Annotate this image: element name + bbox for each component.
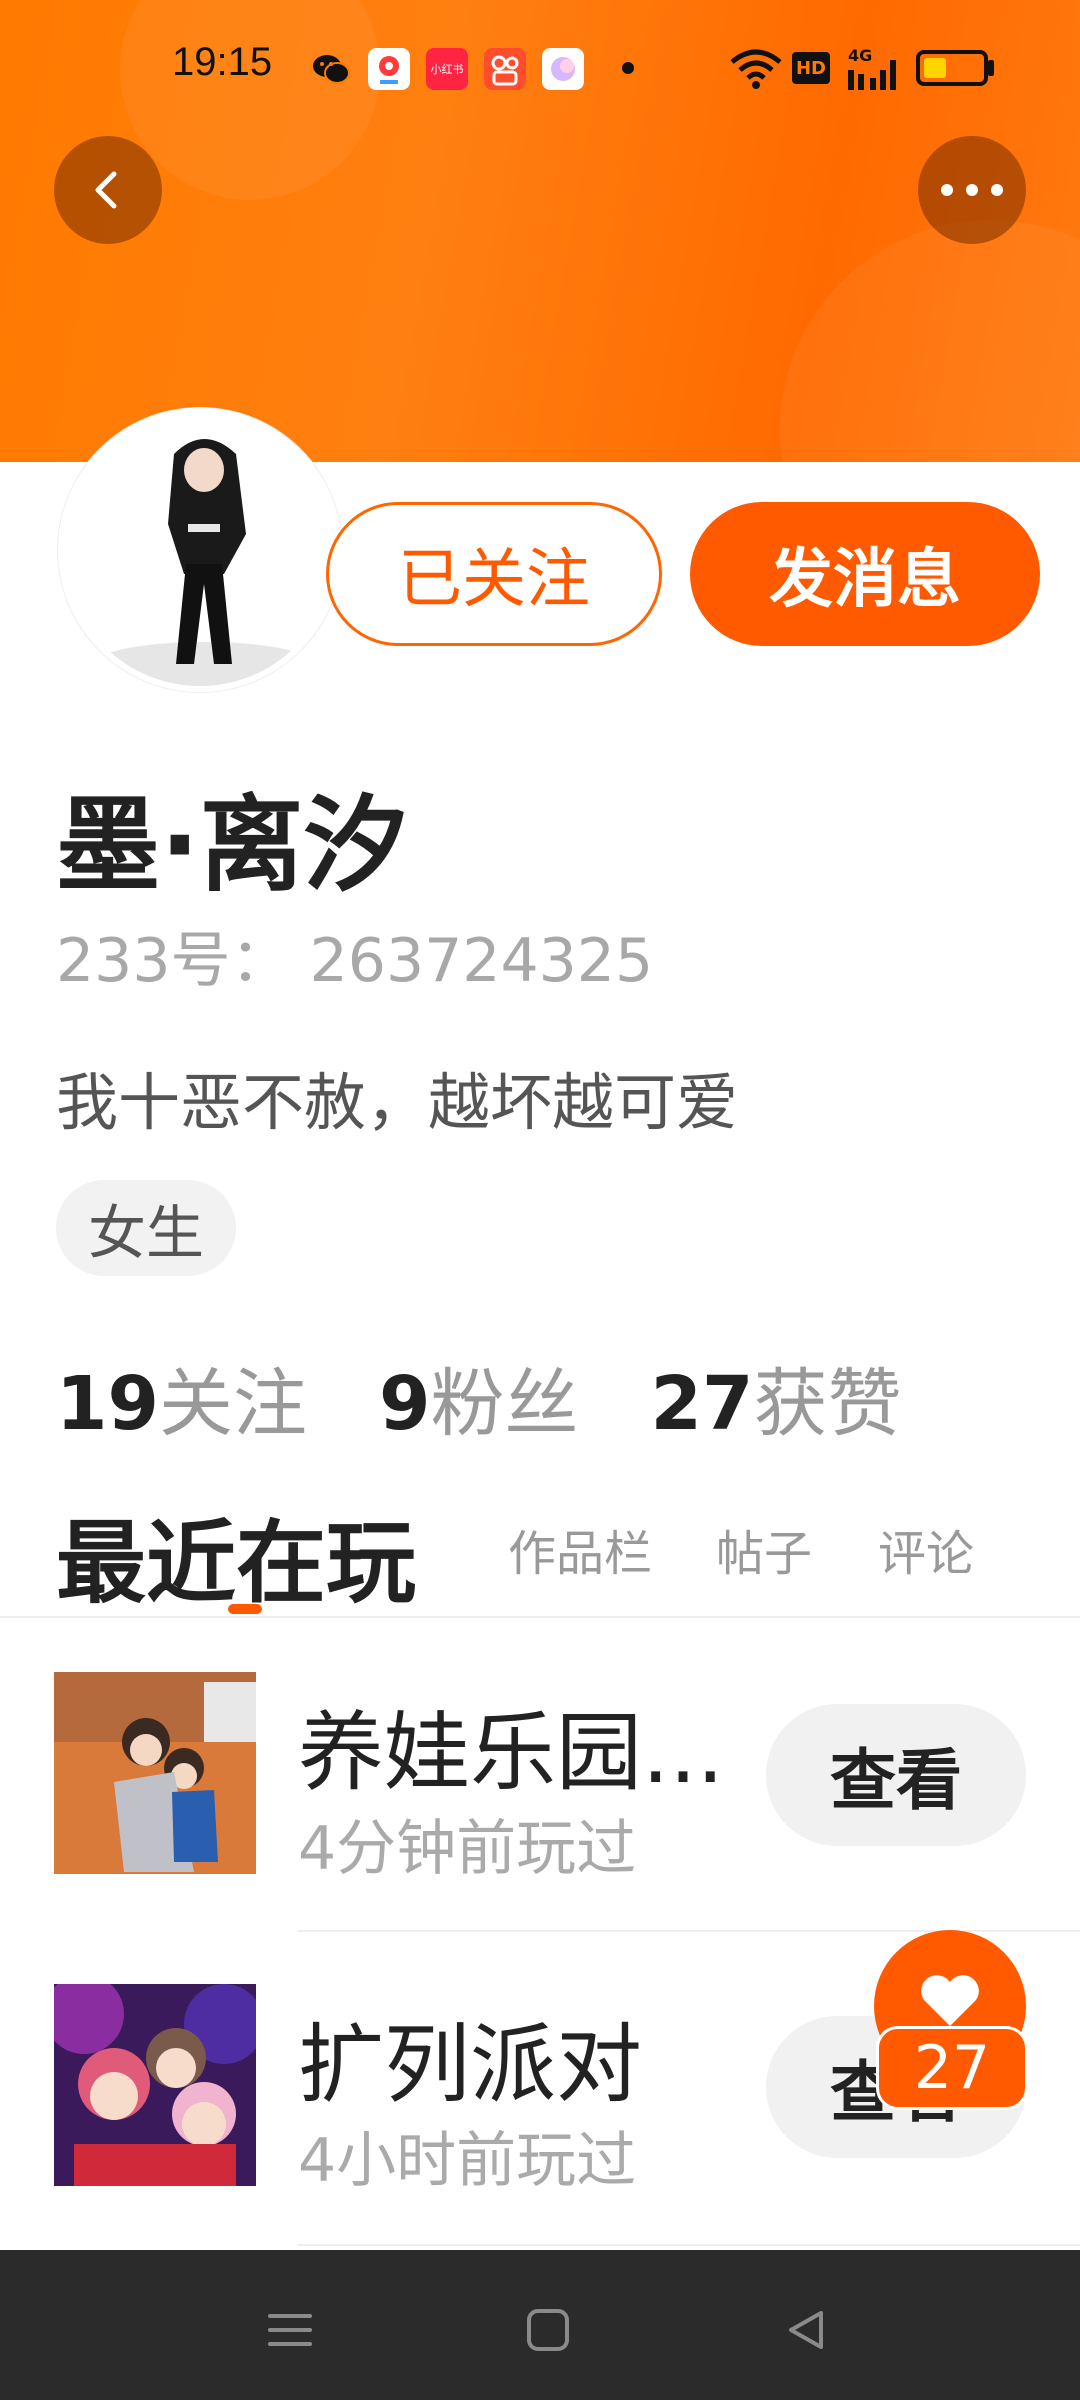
profile-tabs: 最近在玩 作品栏 帖子 评论 xyxy=(56,1490,1056,1620)
back-button[interactable] xyxy=(54,136,162,244)
following-button[interactable]: 已关注 xyxy=(326,502,662,646)
game-title: 扩列派对 xyxy=(298,2015,642,2115)
stat-label: 关注 xyxy=(158,1361,307,1447)
more-dots-icon xyxy=(941,184,1003,196)
gender-tag: 女生 xyxy=(56,1180,236,1276)
stat-following[interactable]: 19关注 xyxy=(56,1344,307,1451)
game-last-played: 4分钟前玩过 xyxy=(298,1814,637,1884)
send-message-button[interactable]: 发消息 xyxy=(690,502,1040,646)
xiaohongshu-label: 小红书 xyxy=(430,63,464,76)
menu-icon xyxy=(268,2314,312,2346)
hd-icon: HD xyxy=(792,52,830,84)
avatar-character-image xyxy=(64,414,336,686)
xiaohongshu-icon: 小红书 xyxy=(426,48,468,90)
divider xyxy=(298,2244,1080,2246)
home-square-icon xyxy=(527,2309,569,2351)
gallery-app-icon xyxy=(542,48,584,90)
home-button[interactable] xyxy=(518,2300,578,2360)
stat-number: 9 xyxy=(378,1361,431,1447)
heart-icon xyxy=(921,1975,979,2026)
list-item[interactable]: 养娃乐园... 4分钟前玩过 查看 xyxy=(0,1640,1080,1940)
stat-followers[interactable]: 9粉丝 xyxy=(379,1344,579,1451)
tab-works[interactable]: 作品栏 xyxy=(508,1514,652,1584)
game-thumbnail xyxy=(54,1984,256,2186)
stat-number: 19 xyxy=(56,1361,159,1447)
more-notifications-dot xyxy=(622,62,634,74)
profile-name: 墨·离汐 xyxy=(56,784,408,906)
profile-uid: 233号： 263724325 xyxy=(56,926,654,996)
map-app-icon xyxy=(368,48,410,90)
status-bar: 19:15 小红书 HD 4G xyxy=(0,0,1080,140)
tab-comments[interactable]: 评论 xyxy=(878,1514,974,1584)
stat-label: 获赞 xyxy=(753,1361,902,1447)
game-thumbnail xyxy=(54,1672,256,1874)
tab-recently-played[interactable]: 最近在玩 xyxy=(56,1490,416,1620)
divider xyxy=(0,1616,1080,1618)
game-last-played: 4小时前玩过 xyxy=(298,2126,637,2196)
profile-bio: 我十恶不赦，越坏越可爱 xyxy=(56,1066,739,1139)
chevron-left-icon xyxy=(95,171,117,209)
network-label: 4G xyxy=(848,46,873,65)
game-title: 养娃乐园... xyxy=(298,1703,725,1803)
more-button[interactable] xyxy=(918,136,1026,244)
hd-label: HD xyxy=(795,57,826,79)
tab-posts[interactable]: 帖子 xyxy=(716,1514,812,1584)
status-time: 19:15 xyxy=(172,40,273,84)
back-nav-button[interactable] xyxy=(776,2300,836,2360)
profile-stats: 19关注 9粉丝 27获赞 xyxy=(56,1344,901,1451)
battery-icon xyxy=(916,50,994,86)
profile-header-banner: 19:15 小红书 HD 4G xyxy=(0,0,1080,462)
wechat-icon xyxy=(313,55,350,84)
recent-apps-button[interactable] xyxy=(260,2300,320,2360)
stat-label: 粉丝 xyxy=(430,1361,579,1447)
avatar[interactable] xyxy=(58,408,342,692)
back-triangle-icon xyxy=(789,2311,823,2349)
kuaishou-icon xyxy=(484,48,526,90)
active-tab-indicator xyxy=(228,1604,262,1614)
4g-signal-icon: 4G xyxy=(848,46,904,92)
like-count-badge: 27 xyxy=(876,2026,1028,2110)
view-button[interactable]: 查看 xyxy=(766,1704,1026,1846)
stat-number: 27 xyxy=(650,1361,754,1447)
system-navigation-bar xyxy=(0,2250,1080,2400)
banner-decoration xyxy=(780,220,1080,462)
wifi-icon xyxy=(730,49,782,89)
stat-likes[interactable]: 27获赞 xyxy=(650,1344,901,1451)
